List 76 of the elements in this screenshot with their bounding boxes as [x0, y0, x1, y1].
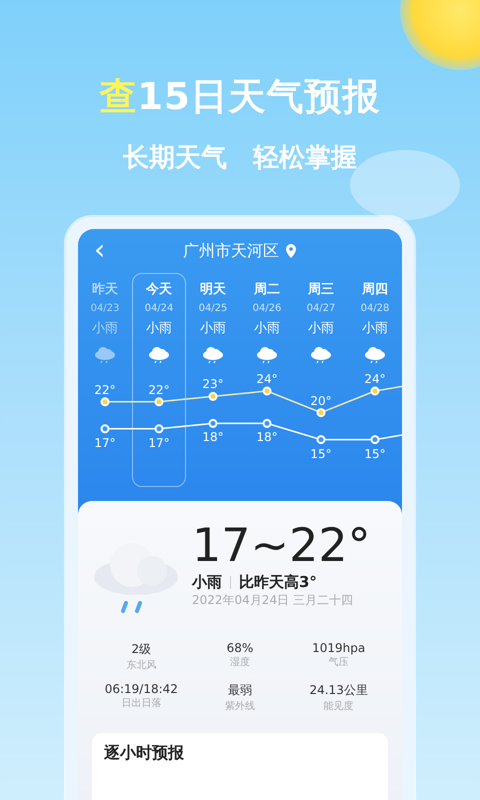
stat-value: 06:19/18:42 — [104, 682, 178, 696]
stat-value: 2级 — [132, 641, 152, 658]
date-text: 2022年04月24日 三月二十四 — [192, 592, 354, 609]
day-column[interactable]: 周二 04/26 小雨 24° 18° — [240, 273, 294, 487]
high-temp: 23° — [202, 377, 224, 392]
rain-cloud-icon — [364, 346, 386, 364]
stat-label: 湿度 — [230, 656, 250, 669]
rain-cloud-icon — [94, 346, 116, 364]
high-temp: 20° — [310, 394, 332, 408]
headline: 查15日天气预报 — [99, 74, 381, 120]
high-temp-point — [262, 386, 272, 396]
stat-label: 气压 — [328, 656, 349, 669]
stat-value: 最弱 — [228, 682, 252, 699]
day-name: 明天 — [200, 281, 226, 299]
day-weather: 小雨 — [362, 320, 388, 338]
day-column[interactable]: 明天 04/25 小雨 23° 18° — [186, 273, 240, 487]
high-temp: 22° — [148, 382, 170, 397]
low-temp-point — [208, 418, 218, 428]
day-date: 04/23 — [90, 302, 120, 316]
stat-label: 紫外线 — [224, 700, 255, 713]
high-temp-point — [154, 397, 164, 406]
day-weather: 小雨 — [254, 320, 280, 338]
stat-label: 东北风 — [126, 658, 156, 672]
stat-label: 能见度 — [324, 700, 354, 713]
stat-value: 1019hpa — [312, 641, 366, 655]
high-temp-point — [370, 386, 380, 396]
high-temp-point — [316, 408, 326, 418]
stat-value: 24.13公里 — [309, 682, 368, 699]
low-temp: 18° — [202, 430, 224, 444]
low-temp-point — [370, 435, 380, 444]
high-temp: 24° — [364, 372, 386, 386]
rain-cloud-icon — [310, 346, 332, 364]
low-temp: 17° — [94, 436, 116, 450]
temperature-range: 17~22° — [192, 517, 371, 573]
day-name: 昨天 — [92, 281, 118, 299]
rain-cloud-icon — [202, 346, 224, 364]
day-name: 周二 — [254, 281, 280, 299]
low-temp: 15° — [310, 446, 332, 461]
low-temp-point — [262, 418, 272, 428]
high-temp-point — [208, 392, 218, 401]
rain-cloud-icon — [148, 346, 170, 364]
day-date: 04/26 — [252, 302, 282, 316]
day-date: 04/25 — [198, 302, 228, 316]
temperature-comparison: 比昨天高3° — [239, 573, 317, 592]
day-date: 04/27 — [306, 302, 336, 316]
stat-value: 68% — [226, 641, 254, 655]
day-name: 周三 — [308, 281, 334, 299]
day-column[interactable]: 周三 04/27 小雨 20° 15° — [294, 273, 348, 487]
low-temp-point — [100, 424, 110, 434]
hourly-forecast-title: 逐小时预报 — [104, 743, 184, 762]
day-column[interactable]: 周四 04/28 小雨 24° 15° — [348, 273, 402, 487]
day-date: 04/28 — [360, 302, 390, 316]
subheadline: 长期天气 — [123, 142, 227, 175]
location-title: 广州市天河区 — [183, 240, 279, 262]
day-column[interactable]: 昨天 04/23 小雨 22° 17° — [78, 273, 132, 487]
high-temp: 22° — [94, 382, 116, 397]
low-temp: 15° — [364, 446, 386, 461]
day-date: 04/24 — [144, 302, 174, 316]
high-temp: 24° — [256, 372, 278, 386]
day-name: 周四 — [362, 281, 388, 299]
day-weather: 小雨 — [92, 320, 118, 338]
rain-cloud-icon — [256, 346, 278, 364]
subheadline: 轻松掌握 — [253, 142, 357, 175]
high-temp-point — [100, 397, 110, 406]
weather-condition: 小雨 — [192, 573, 222, 592]
location-pin-icon — [285, 244, 297, 258]
low-temp-point — [316, 435, 326, 444]
day-name: 今天 — [146, 281, 172, 299]
day-weather: 小雨 — [146, 320, 172, 338]
low-temp: 17° — [148, 436, 170, 450]
day-weather: 小雨 — [308, 320, 334, 338]
stat-label: 日出日落 — [121, 696, 162, 710]
low-temp-point — [154, 424, 164, 434]
day-weather: 小雨 — [200, 320, 226, 338]
back-button[interactable]: ‹ — [88, 235, 112, 265]
low-temp: 18° — [256, 430, 278, 444]
